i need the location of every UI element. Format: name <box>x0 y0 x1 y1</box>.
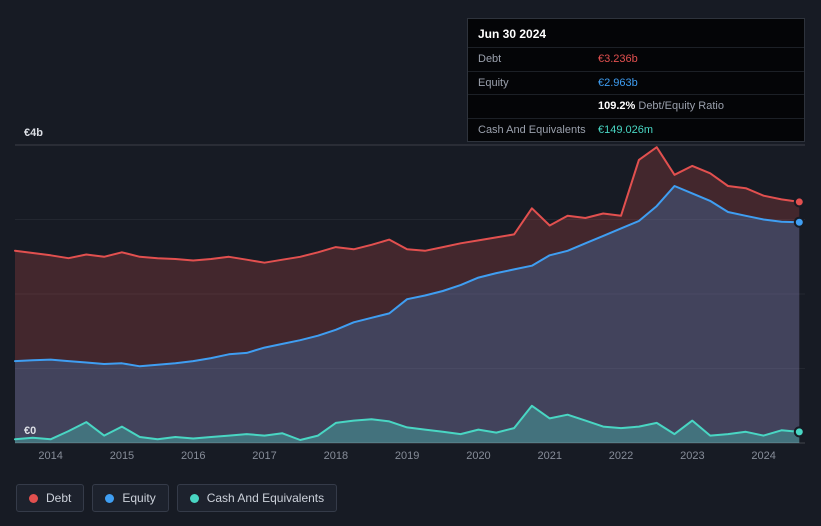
tooltip-debt-label: Debt <box>478 53 502 65</box>
financial-history-chart-panel: 2014 2015 2016 2017 2018 2019 2020 2021 2022 2023… <box>0 0 821 526</box>
x-tick-label: 2020 <box>466 450 490 462</box>
x-tick-label: 2014 <box>38 450 62 462</box>
tooltip-row-cash: Cash And Equivalents €149.026m <box>468 117 804 142</box>
tooltip-row-ratio: 109.2% Debt/Equity Ratio <box>468 94 804 118</box>
legend-equity-label: Equity <box>122 491 156 505</box>
legend-debt-label: Debt <box>46 491 72 505</box>
y-tick-label: €4b <box>24 127 43 139</box>
tooltip-cash-label: Cash And Equivalents <box>478 123 586 136</box>
cash-dot-icon <box>189 493 199 503</box>
x-tick-label: 2015 <box>110 450 134 462</box>
y-tick-label: €0 <box>24 425 36 437</box>
tooltip-ratio-label: Debt/Equity Ratio <box>638 100 724 112</box>
debt-end-dot <box>793 196 805 208</box>
tooltip-row-debt: Debt €3.236b <box>468 47 804 71</box>
tooltip-debt-value: €3.236b <box>598 53 638 65</box>
x-tick-label: 2023 <box>680 450 704 462</box>
legend-item-cash[interactable]: Cash And Equivalents <box>176 484 338 512</box>
equity-dot-icon <box>105 493 115 503</box>
x-tick-label: 2017 <box>252 450 276 462</box>
tooltip-row-equity: Equity €2.963b <box>468 70 804 95</box>
tooltip-date: Jun 30 2024 <box>478 27 547 41</box>
chart-tooltip: Jun 30 2024 Debt €3.236b Equity €2.963b … <box>467 18 805 142</box>
cash-end-dot <box>793 426 805 438</box>
tooltip-cash-value: €149.026m <box>598 123 654 136</box>
tooltip-ratio-value: 109.2% <box>598 100 636 112</box>
x-tick-label: 2019 <box>395 450 419 462</box>
legend-item-debt[interactable]: Debt <box>16 484 85 512</box>
legend-cash-label: Cash And Equivalents <box>206 491 325 505</box>
x-tick-label: 2022 <box>609 450 633 462</box>
tooltip-equity-label: Equity <box>478 76 509 89</box>
x-tick-label: 2016 <box>181 450 205 462</box>
chart-legend: Debt Equity Cash And Equivalents <box>16 484 338 512</box>
debt-dot-icon <box>29 493 38 503</box>
tooltip-equity-value: €2.963b <box>598 76 638 89</box>
tooltip-ratio: 109.2% Debt/Equity Ratio <box>598 98 724 115</box>
legend-item-equity[interactable]: Equity <box>92 484 169 512</box>
x-tick-label: 2021 <box>538 450 562 462</box>
x-tick-label: 2018 <box>324 450 348 462</box>
equity-end-dot <box>793 216 805 228</box>
x-tick-label: 2024 <box>751 450 775 462</box>
